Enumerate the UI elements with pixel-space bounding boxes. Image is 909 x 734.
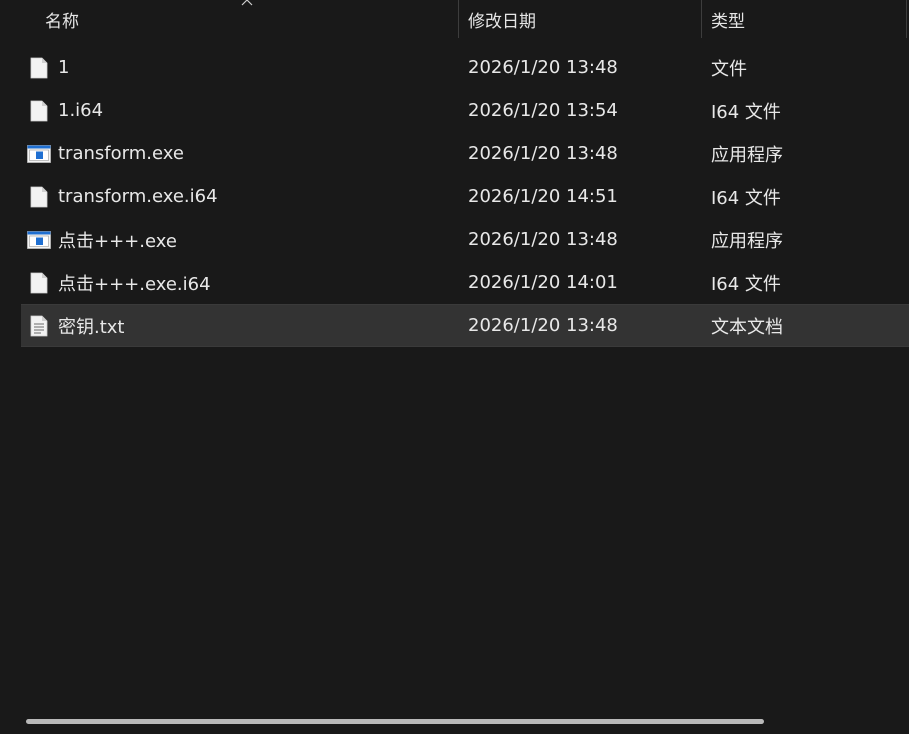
file-name: transform.exe.i64	[58, 186, 218, 207]
column-header-name[interactable]: 名称	[0, 0, 458, 38]
file-name: 密钥.txt	[58, 316, 125, 338]
column-header-date[interactable]: 修改日期	[459, 0, 701, 38]
file-row[interactable]: transform.exe 2026/1/20 13:48 应用程序	[0, 132, 909, 175]
file-row[interactable]: 1 2026/1/20 13:48 文件	[0, 46, 909, 89]
file-type: 应用程序	[711, 230, 783, 252]
column-header-date-label: 修改日期	[468, 11, 536, 32]
column-header: 名称 修改日期 类型	[0, 0, 909, 38]
file-type: I64 文件	[711, 101, 781, 123]
file-type: 应用程序	[711, 144, 783, 166]
file-modified-date: 2026/1/20 14:01	[468, 272, 618, 293]
file-row[interactable]: 点击+++.exe.i64 2026/1/20 14:01 I64 文件	[0, 261, 909, 304]
file-type: 文本文档	[711, 316, 783, 338]
file-name: 点击+++.exe.i64	[58, 273, 211, 295]
file-row[interactable]: 1.i64 2026/1/20 13:54 I64 文件	[0, 89, 909, 132]
exe-icon	[27, 218, 51, 261]
file-row-selected[interactable]: 密钥.txt 2026/1/20 13:48 文本文档	[0, 304, 909, 347]
file-icon	[27, 89, 51, 132]
file-name: 1.i64	[58, 100, 104, 121]
file-type: 文件	[711, 58, 747, 80]
file-modified-date: 2026/1/20 13:48	[468, 229, 618, 250]
file-name: 1	[58, 57, 70, 78]
file-modified-date: 2026/1/20 13:54	[468, 100, 618, 121]
file-rows: 1 2026/1/20 13:48 文件 1.i64 2026/1/20 13:…	[0, 46, 909, 347]
column-header-type-label: 类型	[711, 11, 745, 32]
file-modified-date: 2026/1/20 13:48	[468, 57, 618, 78]
file-type: I64 文件	[711, 273, 781, 295]
file-icon	[27, 261, 51, 304]
file-icon	[27, 46, 51, 89]
file-modified-date: 2026/1/20 14:51	[468, 186, 618, 207]
exe-icon	[27, 132, 51, 175]
sort-ascending-icon	[241, 0, 253, 6]
text-file-icon	[27, 304, 51, 347]
file-modified-date: 2026/1/20 13:48	[468, 143, 618, 164]
column-header-name-label: 名称	[45, 11, 79, 32]
file-modified-date: 2026/1/20 13:48	[468, 315, 618, 336]
file-type: I64 文件	[711, 187, 781, 209]
horizontal-scrollbar[interactable]	[26, 719, 764, 724]
file-row[interactable]: transform.exe.i64 2026/1/20 14:51 I64 文件	[0, 175, 909, 218]
file-icon	[27, 175, 51, 218]
file-list-view: 名称 修改日期 类型 1 2026/1/20 13:48 文件 1.i64 20…	[0, 0, 909, 734]
file-name: 点击+++.exe	[58, 230, 177, 252]
column-header-type[interactable]: 类型	[702, 0, 907, 38]
file-row[interactable]: 点击+++.exe 2026/1/20 13:48 应用程序	[0, 218, 909, 261]
column-divider[interactable]	[906, 0, 907, 38]
file-name: transform.exe	[58, 143, 184, 164]
